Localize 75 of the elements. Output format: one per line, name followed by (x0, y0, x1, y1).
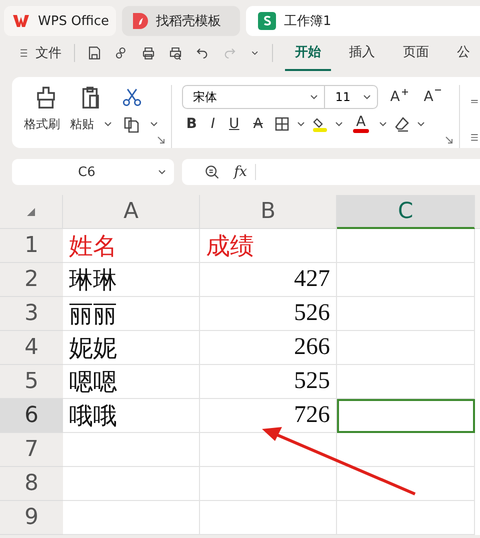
table-cell: 哦哦 (63, 399, 200, 433)
expand-icon[interactable] (157, 136, 166, 144)
format-painter-icon[interactable] (34, 85, 58, 109)
row-header[interactable]: 4 (0, 331, 63, 365)
tab-label: 找稻壳模板 (156, 13, 221, 30)
caret-icon (310, 94, 318, 100)
table-cell: 526 (200, 297, 337, 331)
font-family: 宋体 (193, 88, 218, 106)
font-size: 11 (335, 90, 350, 104)
row-header[interactable]: 8 (0, 467, 63, 501)
italic-button[interactable]: I (206, 116, 220, 132)
document-tab[interactable]: 找稻壳模板 (122, 6, 240, 36)
shrink-font-button[interactable]: A (420, 89, 446, 105)
bold-button[interactable]: B (182, 116, 201, 132)
table-cell: 琳琳 (63, 263, 200, 297)
table-cell[interactable] (337, 399, 475, 433)
formula-bar[interactable]: fx (182, 159, 480, 185)
table-cell: 525 (200, 365, 337, 399)
tab-label: WPS Office (38, 14, 110, 28)
strike-button[interactable]: A (249, 116, 267, 132)
function-label[interactable]: fx (234, 164, 256, 180)
grow-font-button[interactable]: A (386, 89, 412, 105)
ribbon-tab[interactable]: 插入 (339, 35, 385, 71)
ribbon-tab[interactable]: 开始 (285, 35, 331, 71)
borders-icon[interactable] (272, 115, 291, 133)
table-cell: 姓名 (63, 229, 200, 263)
table-cell: 266 (200, 331, 337, 365)
ribbon-tab[interactable]: 公 (447, 35, 480, 71)
font-combo[interactable]: 宋体 11 (182, 85, 378, 109)
caret-icon (378, 121, 387, 127)
document-tab[interactable]: WPS Office (4, 6, 116, 36)
paste-label[interactable]: 粘贴 (70, 116, 94, 132)
logo-icon (12, 14, 30, 28)
tab-label: 工作簿1 (284, 13, 332, 30)
copy-icon[interactable] (122, 115, 140, 133)
table-cell: 妮妮 (63, 331, 200, 365)
caret-icon (416, 121, 425, 127)
row-header[interactable]: 1 (0, 229, 63, 263)
ribbon-tab[interactable]: 页面 (393, 35, 439, 71)
caret-icon (104, 121, 112, 127)
sheet-icon (258, 12, 276, 30)
row-header[interactable]: 6 (0, 399, 63, 433)
column-header[interactable]: A (63, 195, 200, 229)
plus-icon (402, 89, 408, 95)
column-header[interactable]: B (200, 195, 337, 229)
row-header[interactable]: 3 (0, 297, 63, 331)
minus-icon (435, 89, 442, 91)
caret-icon (158, 169, 166, 175)
cut-icon[interactable] (122, 87, 142, 107)
format-painter-label[interactable]: 格式刷 (24, 116, 60, 132)
zoom-icon[interactable] (204, 164, 220, 180)
caret-icon (363, 94, 372, 100)
expand-icon[interactable] (445, 136, 453, 144)
table-cell: 丽丽 (63, 297, 200, 331)
column-header[interactable]: C (337, 195, 475, 229)
underline-button[interactable]: U (225, 116, 244, 132)
select-all-icon[interactable] (26, 206, 36, 216)
logo-icon (132, 12, 148, 30)
eraser-icon[interactable] (392, 115, 411, 133)
save-icon[interactable] (86, 44, 102, 62)
row-header[interactable]: 2 (0, 263, 63, 297)
caret-icon (150, 121, 158, 127)
caret-icon (296, 121, 305, 127)
name-box[interactable]: C6 (12, 159, 174, 185)
table-cell: 成绩 (200, 229, 337, 263)
table-cell: 427 (200, 263, 337, 297)
row-header[interactable]: 5 (0, 365, 63, 399)
file-menu[interactable]: 文件 (36, 44, 62, 62)
row-header[interactable]: 9 (0, 501, 63, 535)
document-tab[interactable]: 工作簿1 (246, 6, 480, 36)
cell-reference: C6 (78, 164, 96, 180)
row-header[interactable]: 7 (0, 433, 63, 467)
table-cell: 嗯嗯 (63, 365, 200, 399)
font-color-button[interactable]: A (348, 115, 373, 133)
caret-icon (334, 121, 343, 127)
